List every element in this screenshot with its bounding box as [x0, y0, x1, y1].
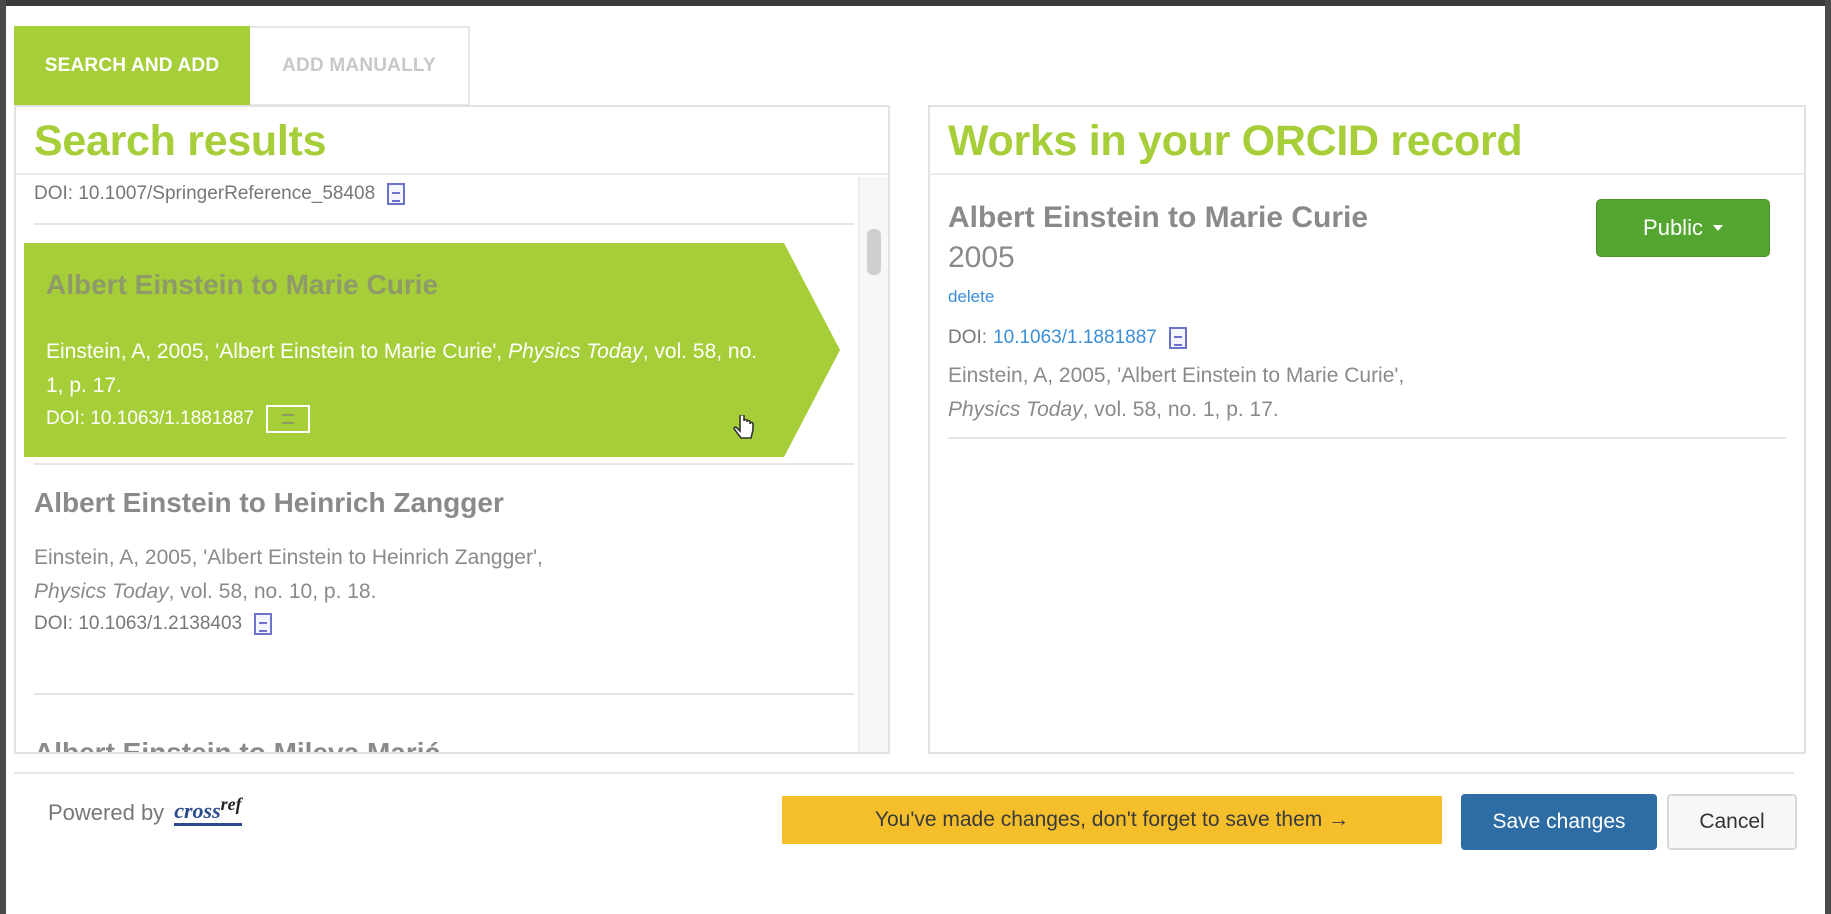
- footer-divider: [14, 772, 1794, 774]
- work-doi: DOI: 10.1063/1.1881887: [948, 327, 1187, 349]
- document-icon[interactable]: [254, 613, 273, 635]
- result-title: Albert Einstein to Marie Curie: [46, 269, 439, 300]
- result-divider: [34, 223, 854, 225]
- tab-bar: SEARCH AND ADD ADD MANUALLY: [14, 26, 470, 106]
- results-scrollbar[interactable]: [858, 177, 888, 752]
- tab-search-and-add[interactable]: SEARCH AND ADD: [14, 26, 250, 106]
- work-citation: Einstein, A, 2005, 'Albert Einstein to M…: [948, 364, 1405, 421]
- search-results-panel: Search results DOI: 10.1007/SpringerRefe…: [14, 105, 890, 754]
- search-results-title: Search results: [16, 107, 888, 175]
- result-citation: Einstein, A, 2005, 'Albert Einstein to H…: [34, 546, 543, 603]
- document-icon[interactable]: [266, 405, 311, 433]
- search-results-list[interactable]: DOI: 10.1007/SpringerReference_58408 Alb…: [16, 177, 860, 752]
- result-title: Albert Einstein to Heinrich Zangger: [34, 487, 504, 518]
- result-title-partial[interactable]: Albert Einstein to Mileva Marić: [34, 737, 440, 752]
- delete-link[interactable]: delete: [948, 287, 994, 307]
- scrollbar-thumb[interactable]: [867, 229, 881, 275]
- result-doi: DOI: 10.1063/1.2138403: [34, 613, 543, 635]
- hand-cursor-icon: [733, 415, 754, 439]
- crossref-logo: crossref: [174, 794, 242, 826]
- previous-result-doi: DOI: 10.1007/SpringerReference_58408: [34, 183, 406, 205]
- document-icon[interactable]: [1168, 327, 1187, 349]
- result-doi: DOI: 10.1063/1.1881887: [46, 405, 311, 433]
- orcid-record-title: Works in your ORCID record: [930, 107, 1804, 175]
- search-result[interactable]: Albert Einstein to Heinrich Zangger Eins…: [34, 487, 543, 635]
- orcid-record-panel: Works in your ORCID record Albert Einste…: [928, 105, 1806, 754]
- window-frame-top: [0, 0, 1831, 6]
- result-divider: [34, 693, 854, 695]
- window-frame-left: [0, 0, 6, 914]
- work-title: Albert Einstein to Marie Curie: [948, 201, 1369, 234]
- result-citation: Einstein, A, 2005, 'Albert Einstein to M…: [46, 340, 758, 397]
- document-icon[interactable]: [387, 183, 406, 205]
- caret-down-icon: [1712, 225, 1723, 231]
- doi-link[interactable]: 10.1063/1.1881887: [993, 327, 1157, 349]
- save-changes-button[interactable]: Save changes: [1461, 794, 1657, 850]
- tab-add-manually[interactable]: ADD MANUALLY: [250, 26, 470, 106]
- work-year: 2005: [948, 241, 1015, 274]
- cancel-button[interactable]: Cancel: [1667, 794, 1797, 850]
- visibility-dropdown-button[interactable]: Public: [1596, 199, 1770, 257]
- unsaved-changes-notice: You've made changes, don't forget to sav…: [782, 796, 1442, 844]
- work-divider: [948, 437, 1786, 439]
- powered-by: Powered by crossref: [48, 794, 242, 826]
- window-frame-right: [1825, 0, 1831, 914]
- result-divider: [34, 463, 854, 465]
- search-result-selected[interactable]: Albert Einstein to Marie Curie Einstein,…: [24, 243, 840, 457]
